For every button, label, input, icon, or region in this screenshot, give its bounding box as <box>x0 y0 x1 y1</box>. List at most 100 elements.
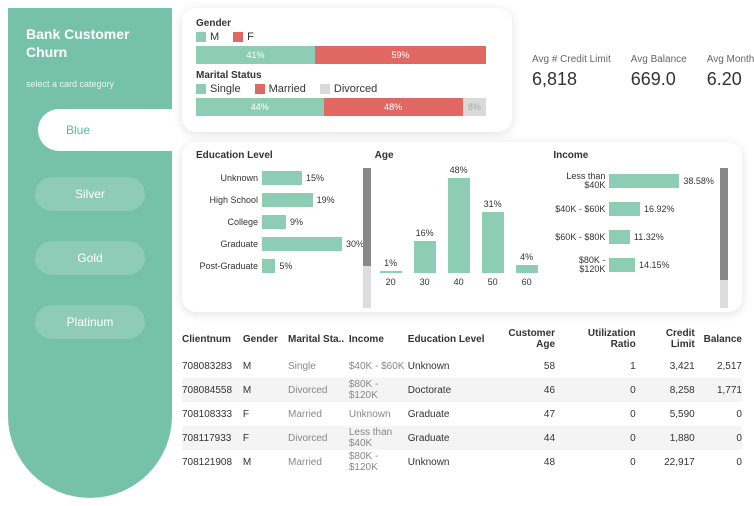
education-bar-row[interactable]: Post-Graduate5% <box>196 255 371 277</box>
sidebar-item-label: Gold <box>35 241 145 275</box>
income-bar-row[interactable]: $40K - $60K16.92% <box>553 195 728 223</box>
bar-segment[interactable]: 48% <box>324 98 463 116</box>
table-cell: Divorced <box>288 433 349 444</box>
gender-bar[interactable]: 41%59% <box>196 46 486 64</box>
education-bar-row[interactable]: High School19% <box>196 189 371 211</box>
education-bar-row[interactable]: College9% <box>196 211 371 233</box>
bar-fill <box>262 193 313 207</box>
legend-label: Single <box>210 83 241 95</box>
bar-label: $80K - $120K <box>553 256 609 274</box>
sidebar-item-label: Platinum <box>35 305 145 339</box>
table-cell: M <box>243 361 288 372</box>
table-cell: Unknown <box>349 409 408 420</box>
table-header-cell[interactable]: Credit Limit <box>644 328 703 350</box>
income-bar-row[interactable]: $60K - $80K11.32% <box>553 223 728 251</box>
table-header-cell[interactable]: Utilization Ratio <box>563 328 644 350</box>
sidebar-item-label: Silver <box>35 177 145 211</box>
sidebar-item-silver[interactable]: Silver <box>8 173 172 215</box>
table-cell: 5,590 <box>644 409 703 420</box>
table-cell: Single <box>288 361 349 372</box>
age-chart[interactable]: Age 1%2016%3048%4031%504%60 <box>375 150 550 302</box>
table-row[interactable]: 708121908MMarried$80K - $120KUnknown4802… <box>182 450 742 474</box>
kpi-row: Avg # Credit Limit6,818Avg Balance669.0A… <box>532 54 754 90</box>
bar-value: 11.32% <box>634 232 664 242</box>
table-cell: 58 <box>492 361 563 372</box>
legend-item[interactable]: Married <box>255 83 306 95</box>
bar-segment[interactable]: 8% <box>463 98 486 116</box>
table-header-cell[interactable]: Gender <box>243 334 288 345</box>
legend-label: Divorced <box>334 83 377 95</box>
bar-fill <box>262 215 286 229</box>
legend-label: F <box>247 31 254 43</box>
table-header-cell[interactable]: Income <box>349 334 408 345</box>
legend-item[interactable]: Single <box>196 83 241 95</box>
legend-item[interactable]: Divorced <box>320 83 377 95</box>
kpi-value: 6.20 <box>707 69 754 90</box>
bar-segment[interactable]: 59% <box>315 46 486 64</box>
table-row[interactable]: 708083283MSingle$40K - $60KUnknown5813,4… <box>182 354 742 378</box>
table-header-cell[interactable]: Balance <box>703 334 742 345</box>
table-cell: 708117933 <box>182 433 243 444</box>
customer-table[interactable]: ClientnumGenderMarital Sta..IncomeEducat… <box>182 324 742 474</box>
bar-label: 30 <box>420 277 430 287</box>
bar-segment[interactable]: 41% <box>196 46 315 64</box>
income-scrollbar[interactable] <box>720 168 728 308</box>
marital-bar[interactable]: 44%48%8% <box>196 98 486 116</box>
bar-fill <box>609 174 679 188</box>
bar-value: 14.15% <box>639 260 670 270</box>
sidebar: Bank Customer Churn select a card catego… <box>8 8 172 498</box>
bar-fill <box>448 178 470 273</box>
kpi-value: 6,818 <box>532 69 611 90</box>
education-bar-row[interactable]: Graduate30% <box>196 233 371 255</box>
table-header-cell[interactable]: Clientnum <box>182 334 243 345</box>
table-cell: Unknown <box>408 361 492 372</box>
table-cell: 22,917 <box>644 457 703 468</box>
income-bar-row[interactable]: Less than $40K38.58% <box>553 167 728 195</box>
age-bar[interactable]: 31% 50 <box>481 199 505 287</box>
marital-title: Marital Status <box>196 70 498 81</box>
gender-title: Gender <box>196 18 498 29</box>
bar-label: 50 <box>488 277 498 287</box>
legend-swatch <box>255 84 265 94</box>
table-header-cell[interactable]: Education Level <box>408 334 492 345</box>
table-header-cell[interactable]: Customer Age <box>492 328 563 350</box>
table-cell: $40K - $60K <box>349 361 408 372</box>
table-header-cell[interactable]: Marital Sta.. <box>288 334 349 345</box>
table-row[interactable]: 708108333FMarriedUnknownGraduate4705,590… <box>182 402 742 426</box>
bar-value: 16% <box>416 228 434 238</box>
sidebar-item-blue[interactable]: Blue <box>38 109 184 151</box>
table-cell: $80K - $120K <box>349 451 408 473</box>
age-bar[interactable]: 1%20 <box>379 258 403 287</box>
table-cell: 2,517 <box>703 361 742 372</box>
sidebar-item-gold[interactable]: Gold <box>8 237 172 279</box>
table-cell: 708083283 <box>182 361 243 372</box>
income-bar-row[interactable]: $80K - $120K 14.15% <box>553 251 728 279</box>
bar-value: 31% <box>484 199 502 209</box>
income-title: Income <box>553 150 728 161</box>
education-chart[interactable]: Education Level Unknown15%High School19%… <box>196 150 371 302</box>
bar-value: 48% <box>450 165 468 175</box>
age-bar[interactable]: 4%60 <box>515 252 539 287</box>
table-row[interactable]: 708117933FDivorcedLess than $40KGraduate… <box>182 426 742 450</box>
sidebar-item-label: Blue <box>66 113 176 147</box>
education-scrollbar[interactable] <box>363 168 371 308</box>
age-bar[interactable]: 48%40 <box>447 165 471 287</box>
legend-item[interactable]: F <box>233 31 254 43</box>
table-cell: 708121908 <box>182 457 243 468</box>
table-row[interactable]: 708084558MDivorced$80K - $120KDoctorate4… <box>182 378 742 402</box>
legend-label: Married <box>269 83 306 95</box>
legend-item[interactable]: M <box>196 31 219 43</box>
table-cell: 708108333 <box>182 409 243 420</box>
table-cell: Less than $40K <box>349 427 408 449</box>
table-cell: M <box>243 457 288 468</box>
table-cell: Divorced <box>288 385 349 396</box>
education-bar-row[interactable]: Unknown15% <box>196 167 371 189</box>
age-bar[interactable]: 16% 30 <box>413 228 437 287</box>
bar-fill <box>414 241 436 273</box>
table-cell: 3,421 <box>644 361 703 372</box>
sidebar-item-platinum[interactable]: Platinum <box>8 301 172 343</box>
income-chart[interactable]: Income Less than $40K38.58%$40K - $60K16… <box>553 150 728 302</box>
bar-segment[interactable]: 44% <box>196 98 324 116</box>
legend-swatch <box>320 84 330 94</box>
table-cell: Doctorate <box>408 385 492 396</box>
